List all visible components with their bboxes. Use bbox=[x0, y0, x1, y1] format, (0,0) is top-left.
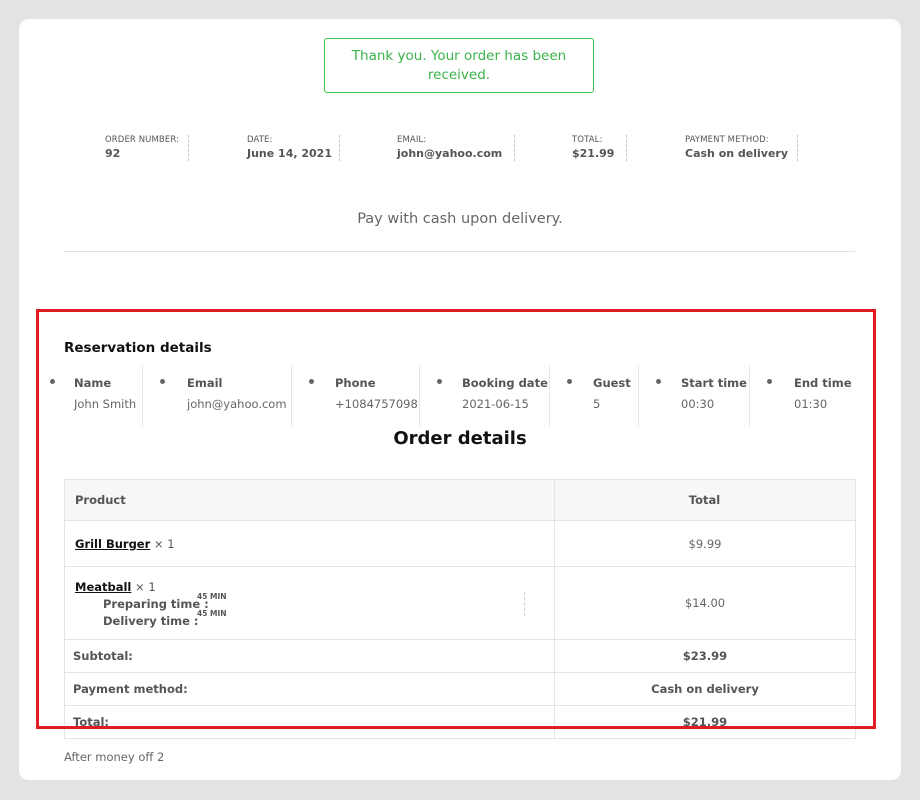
order-overview: ORDER NUMBER: 92 DATE: June 14, 2021 EMA… bbox=[19, 135, 901, 165]
overview-label: PAYMENT METHOD: bbox=[685, 135, 769, 145]
overview-value: 92 bbox=[105, 147, 121, 160]
payment-instructions: Pay with cash upon delivery. bbox=[357, 211, 563, 227]
overview-value: Cash on delivery bbox=[685, 147, 789, 160]
overview-label: EMAIL: bbox=[397, 135, 427, 145]
overview-date: DATE: June 14, 2021 bbox=[247, 135, 342, 163]
overview-email: EMAIL: john@yahoo.com bbox=[397, 135, 517, 163]
overview-divider bbox=[339, 135, 340, 161]
overview-divider bbox=[514, 135, 515, 161]
discount-note: After money off 2 bbox=[64, 750, 165, 764]
overview-divider bbox=[797, 135, 798, 161]
overview-divider bbox=[188, 135, 189, 161]
divider bbox=[64, 251, 855, 252]
order-success-notice: Thank you. Your order has been received. bbox=[324, 38, 594, 93]
overview-value: john@yahoo.com bbox=[397, 147, 503, 160]
overview-total: TOTAL: $21.99 bbox=[572, 135, 628, 163]
order-received-card: Thank you. Your order has been received.… bbox=[19, 19, 901, 780]
overview-label: DATE: bbox=[247, 135, 273, 145]
overview-divider bbox=[626, 135, 627, 161]
overview-value: $21.99 bbox=[572, 147, 615, 160]
overview-payment-method: PAYMENT METHOD: Cash on delivery bbox=[685, 135, 799, 163]
overview-value: June 14, 2021 bbox=[247, 147, 332, 160]
overview-label: TOTAL: bbox=[572, 135, 603, 145]
overview-label: ORDER NUMBER: bbox=[105, 135, 180, 145]
overview-order-number: ORDER NUMBER: 92 bbox=[105, 135, 190, 163]
highlight-box bbox=[36, 309, 876, 729]
